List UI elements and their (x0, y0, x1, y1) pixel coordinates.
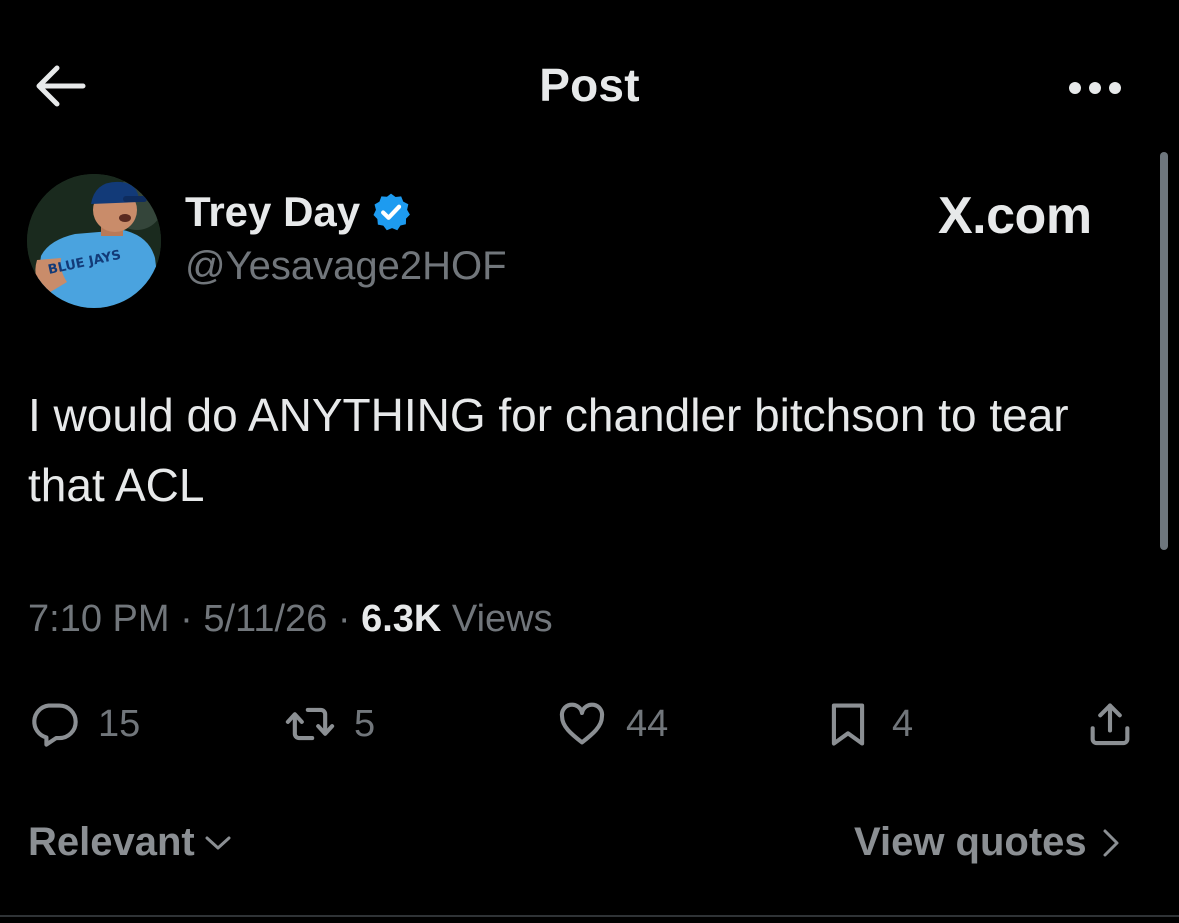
tweet-time[interactable]: 7:10 PM (28, 598, 170, 640)
meta-separator: · (169, 598, 204, 640)
author-name[interactable]: Trey Day (185, 188, 360, 236)
view-quotes-label: View quotes (854, 820, 1087, 864)
divider (0, 915, 1179, 917)
chevron-down-icon (205, 836, 231, 849)
like-button[interactable]: 44 (556, 694, 668, 754)
verified-badge-icon (373, 193, 411, 231)
bookmark-count: 4 (892, 702, 914, 745)
views-label: Views (451, 598, 553, 640)
views-count: 6.3K (361, 598, 442, 640)
sort-dropdown[interactable]: Relevant (28, 820, 233, 865)
share-icon (1090, 703, 1130, 746)
reply-icon (32, 703, 78, 747)
scrollbar[interactable] (1160, 152, 1168, 550)
avatar[interactable]: BLUE JAYS (27, 174, 161, 308)
view-quotes-link[interactable]: View quotes (854, 820, 1121, 865)
tweet-meta: 7:10 PM · 5/11/26 · 6.3K Views (28, 598, 553, 641)
tweet-text: I would do ANYTHING for chandler bitchso… (28, 389, 1069, 511)
chevron-right-icon (1103, 829, 1119, 856)
sort-label: Relevant (28, 820, 195, 864)
author-name-row[interactable]: Trey Day (185, 188, 412, 236)
heart-icon (559, 702, 605, 745)
bookmark-button[interactable]: 4 (822, 694, 913, 754)
source-label: X.com (938, 187, 1092, 245)
author-handle[interactable]: @Yesavage2HOF (185, 244, 507, 289)
page-title: Post (539, 59, 640, 111)
more-options-button[interactable] (1062, 70, 1128, 106)
like-count: 44 (626, 702, 669, 745)
share-button[interactable] (1084, 694, 1136, 754)
reply-button[interactable]: 15 (28, 694, 140, 754)
more-horizontal-icon (1069, 82, 1121, 94)
bookmark-icon (831, 703, 865, 746)
reply-count: 15 (98, 702, 141, 745)
meta-separator: · (327, 598, 362, 640)
repost-button[interactable]: 5 (284, 694, 375, 754)
tweet-date[interactable]: 5/11/26 (203, 598, 327, 640)
avatar-photo: BLUE JAYS (27, 174, 161, 308)
repost-icon (285, 707, 335, 741)
repost-count: 5 (354, 702, 376, 745)
